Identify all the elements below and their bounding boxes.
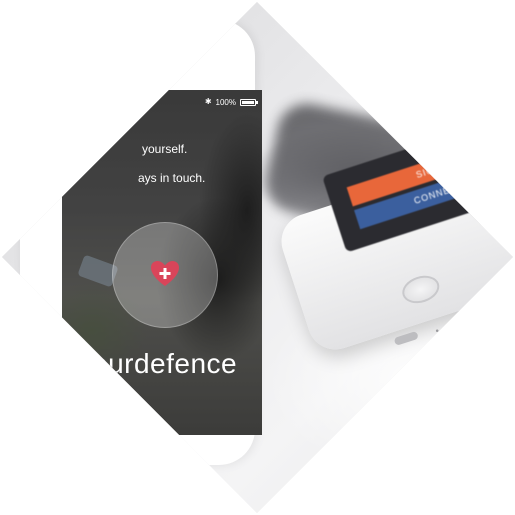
tagline-line-1: yourself. xyxy=(142,142,188,156)
tagline-line-2: ays in touch. xyxy=(138,171,206,185)
logo-circle[interactable] xyxy=(112,222,218,328)
diamond-image: ● ● ● ● ● ● SIGN UP W CONNECT WITH F ✱ 1… xyxy=(2,2,513,513)
heart-plus-icon xyxy=(151,261,179,286)
phone-frame: ✱ 100% yourself. ays in touch. ourdefenc… xyxy=(20,20,262,465)
status-bar: ✱ 100% xyxy=(204,96,258,108)
phone-screen: ✱ 100% yourself. ays in touch. ourdefenc… xyxy=(62,90,262,435)
brand-wordmark: ourdefence xyxy=(92,348,238,379)
promo-stage: ● ● ● ● ● ● SIGN UP W CONNECT WITH F ✱ 1… xyxy=(0,0,515,515)
bluetooth-icon: ✱ xyxy=(204,97,212,106)
battery-icon xyxy=(240,98,258,106)
battery-percent: 100% xyxy=(215,97,236,107)
home-button-icon xyxy=(398,271,443,308)
